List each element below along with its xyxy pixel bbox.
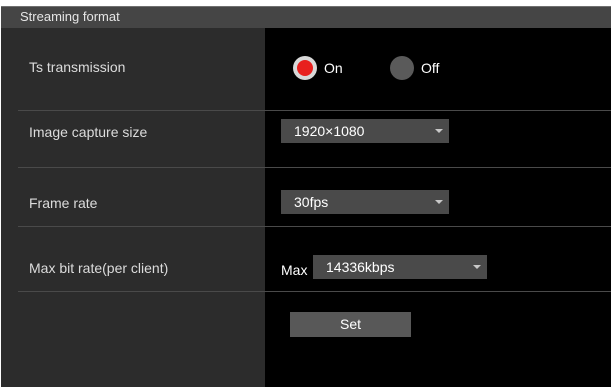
row-separator [18,291,611,292]
set-button[interactable]: Set [290,312,411,337]
ts-transmission-off-label[interactable]: Off [421,60,439,76]
frame-rate-label: Frame rate [29,195,98,211]
chevron-down-icon [473,265,481,269]
max-prefix-label: Max [281,262,308,278]
frame-rate-select[interactable]: 30fps [281,190,449,214]
ts-transmission-on-radio[interactable] [293,56,317,80]
ts-transmission-on-label[interactable]: On [324,60,343,76]
max-bit-rate-value: 14336kbps [326,259,395,275]
chevron-down-icon [435,200,443,204]
radio-selected-dot [297,60,313,76]
max-bit-rate-label: Max bit rate(per client) [29,260,169,276]
image-capture-size-label: Image capture size [29,124,148,140]
image-capture-size-select[interactable]: 1920×1080 [281,119,449,143]
frame-rate-value: 30fps [294,194,329,210]
row-separator [18,226,611,227]
ts-transmission-label: Ts transmission [29,59,126,75]
row-separator [18,167,611,168]
row-separator [18,110,611,111]
ts-transmission-off-radio[interactable] [390,56,414,80]
chevron-down-icon [435,129,443,133]
section-title: Streaming format [20,9,120,24]
max-bit-rate-select[interactable]: 14336kbps [313,255,487,279]
image-capture-size-value: 1920×1080 [294,123,365,139]
section-header: Streaming format [1,6,611,28]
settings-window: Streaming format Ts transmission On Off … [0,0,611,389]
